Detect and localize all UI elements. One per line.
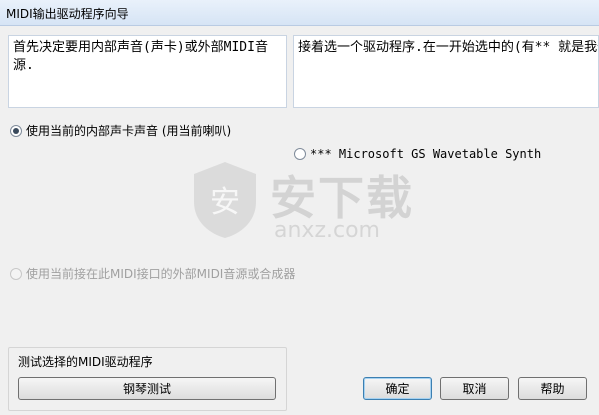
- window-title: MIDI输出驱动程序向导: [6, 7, 129, 21]
- external-midi-radio[interactable]: [10, 267, 22, 280]
- internal-sound-option[interactable]: 使用当前的内部声卡声音 (用当前喇叭): [10, 122, 231, 139]
- internal-sound-radio[interactable]: [10, 124, 22, 137]
- info-text-left: 首先决定要用内部声音(声卡)或外部MIDI音源.: [8, 35, 287, 108]
- external-midi-option[interactable]: 使用当前接在此MIDI接口的外部MIDI音源或合成器: [10, 265, 295, 282]
- driver-option[interactable]: *** Microsoft GS Wavetable Synth: [294, 147, 541, 161]
- ok-button[interactable]: 确定: [363, 377, 432, 400]
- info-text-right: 接着选一个驱动程序.在一开始选中的(有** 就是我们建议的.: [293, 35, 599, 108]
- piano-test-button[interactable]: 钢琴测试: [18, 377, 276, 400]
- title-bar: MIDI输出驱动程序向导: [0, 0, 599, 26]
- internal-sound-label: 使用当前的内部声卡声音 (用当前喇叭): [26, 124, 232, 138]
- watermark-text-en: anxz.com: [274, 218, 380, 243]
- watermark-badge-text: 安: [210, 185, 240, 220]
- test-group-label: 测试选择的MIDI驱动程序: [18, 355, 153, 369]
- shield-icon: 安: [194, 162, 256, 238]
- help-button[interactable]: 帮助: [518, 377, 587, 400]
- driver-radio[interactable]: [294, 148, 306, 160]
- watermark: 安 安下载 anxz.com: [190, 160, 415, 250]
- driver-label: *** Microsoft GS Wavetable Synth: [310, 147, 542, 161]
- cancel-button[interactable]: 取消: [440, 377, 509, 400]
- external-midi-label: 使用当前接在此MIDI接口的外部MIDI音源或合成器: [26, 267, 296, 281]
